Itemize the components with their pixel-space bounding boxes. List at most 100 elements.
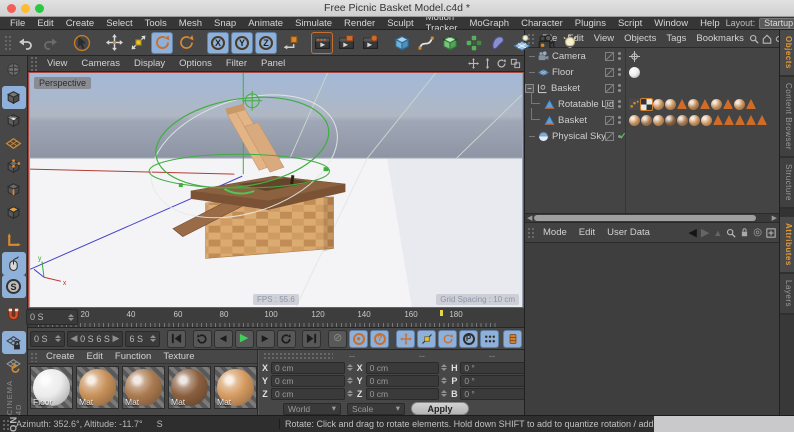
goto-end-button[interactable] [302, 329, 322, 348]
make-editable-button[interactable] [2, 58, 26, 81]
menu-character[interactable]: Character [515, 18, 569, 29]
home-icon[interactable] [762, 33, 772, 44]
coord-y-position-field[interactable]: 0 cm [271, 374, 345, 387]
viewport-menu-display[interactable]: Display [127, 58, 172, 69]
workplane-mode-button[interactable] [2, 132, 26, 155]
layer-box[interactable] [605, 131, 614, 141]
key-parameter-button[interactable]: P [459, 329, 478, 348]
selection-tag[interactable] [700, 99, 710, 109]
am-grip[interactable] [527, 226, 535, 239]
polygons-mode-button[interactable] [2, 201, 26, 224]
keyframe-marker[interactable] [440, 310, 443, 316]
menu-mesh[interactable]: Mesh [173, 18, 208, 29]
material-menu-edit[interactable]: Edit [81, 351, 109, 362]
axis-mode-button[interactable] [2, 229, 26, 252]
om-menu-view[interactable]: View [589, 33, 619, 44]
menu-edit[interactable]: Edit [31, 18, 59, 29]
viewport-interaction-button[interactable] [1, 252, 26, 275]
viewport-menu-cameras[interactable]: Cameras [74, 58, 127, 69]
tab-attributes[interactable]: Attributes [780, 216, 794, 274]
viewport-menu-filter[interactable]: Filter [219, 58, 254, 69]
target-mode-icon[interactable]: ◎ [753, 227, 762, 238]
menu-tools[interactable]: Tools [139, 18, 173, 29]
material-tag[interactable] [701, 114, 712, 126]
goto-start-button[interactable] [166, 329, 186, 348]
menu-plugins[interactable]: Plugins [569, 18, 612, 29]
menu-mograph[interactable]: MoGraph [463, 18, 515, 29]
coord-p-rotation-field[interactable]: 0 ° [460, 374, 535, 387]
viewport-menu-options[interactable]: Options [172, 58, 219, 69]
previous-frame-button[interactable]: ◀ [213, 329, 233, 348]
viewport-menu-grip[interactable] [30, 55, 38, 72]
coords-grip[interactable] [263, 351, 333, 360]
redo-button[interactable] [39, 32, 61, 54]
coord-b-rotation-field[interactable]: 0 ° [460, 387, 535, 400]
history-forward-icon[interactable]: ▶ [701, 226, 709, 239]
am-search-icon[interactable] [726, 228, 736, 238]
object-row-basket-mesh[interactable]: Basket [525, 108, 779, 128]
current-frame-spinner[interactable]: 0 S [26, 309, 78, 325]
toolbar-grip[interactable] [4, 34, 12, 51]
om-search-icon[interactable] [749, 34, 759, 44]
tab-objects[interactable]: Objects [780, 30, 794, 77]
render-settings-button[interactable] [359, 32, 381, 54]
texture-mode-button[interactable] [2, 109, 26, 132]
timeline-options-button[interactable] [503, 329, 522, 348]
play-forwards-loop-button[interactable] [276, 329, 296, 348]
object-row-basket-group[interactable]: − Basket [525, 80, 779, 96]
rotate-view-icon[interactable] [496, 58, 507, 69]
render-view-button[interactable] [311, 31, 333, 54]
edges-mode-button[interactable] [2, 178, 26, 201]
solo-mode-button[interactable]: S [1, 275, 26, 298]
lock-icon[interactable] [740, 227, 749, 238]
scroll-left-icon[interactable]: ◀ [527, 215, 532, 222]
material-menu-grip[interactable] [30, 351, 38, 362]
selection-tag[interactable] [677, 99, 687, 109]
layer-box[interactable] [605, 115, 614, 125]
object-row-physical-sky[interactable]: Physical Sky ✓ [525, 128, 779, 144]
object-row-camera[interactable]: Camera [525, 48, 779, 64]
coordinate-mode-select[interactable]: Scale ▾ [347, 402, 405, 415]
material-tag[interactable] [641, 114, 652, 126]
undo-button[interactable] [15, 32, 37, 54]
preview-range-slider[interactable]: ◀ 0 S6 S ▶ [66, 330, 124, 347]
material-thumbnail[interactable]: Mat [122, 366, 165, 409]
record-button[interactable]: ⊘ [328, 329, 348, 348]
add-generator-button[interactable] [439, 32, 461, 54]
add-deformer-button[interactable] [487, 32, 509, 54]
coord-y-scale-field[interactable]: 0 cm [365, 374, 440, 387]
am-add-panel-icon[interactable] [766, 227, 776, 238]
selection-tag[interactable] [735, 115, 745, 125]
next-frame-button[interactable]: ▶ [255, 329, 275, 348]
snap-button[interactable] [2, 303, 26, 326]
scrollbar-thumb[interactable] [534, 215, 756, 221]
workplane-lock-button[interactable] [1, 331, 26, 354]
menu-help[interactable]: Help [694, 18, 726, 29]
menu-file[interactable]: File [4, 18, 31, 29]
add-mograph-button[interactable] [463, 32, 485, 54]
material-tag[interactable] [734, 98, 745, 110]
workplane-align-button[interactable] [2, 354, 26, 377]
visibility-dots[interactable] [618, 116, 621, 124]
toggle-view-icon[interactable] [510, 58, 521, 69]
material-tag[interactable] [711, 98, 722, 110]
viewport-canvas[interactable]: x y Perspective FPS : 55.6 Grid Spacing … [28, 72, 524, 308]
menu-select[interactable]: Select [100, 18, 138, 29]
menu-sculpt[interactable]: Sculpt [381, 18, 419, 29]
selection-tag[interactable] [723, 99, 733, 109]
key-scale-button[interactable] [417, 329, 436, 348]
menu-window[interactable]: Window [648, 18, 694, 29]
visibility-dots[interactable] [618, 84, 621, 92]
scale-tool-button[interactable] [127, 32, 149, 54]
om-horizontal-scrollbar[interactable]: ◀ ▶ [525, 213, 779, 223]
live-selection-button[interactable] [71, 32, 93, 54]
tab-layers[interactable]: Layers [780, 273, 794, 315]
material-tag[interactable] [689, 114, 700, 126]
tab-structure[interactable]: Structure [780, 157, 794, 209]
selection-tag[interactable] [713, 115, 723, 125]
phong-tag[interactable] [629, 98, 640, 110]
menu-render[interactable]: Render [338, 18, 381, 29]
key-rotation-button[interactable] [438, 329, 457, 348]
menu-simulate[interactable]: Simulate [289, 18, 338, 29]
history-up-icon[interactable]: ▲ [713, 228, 722, 238]
